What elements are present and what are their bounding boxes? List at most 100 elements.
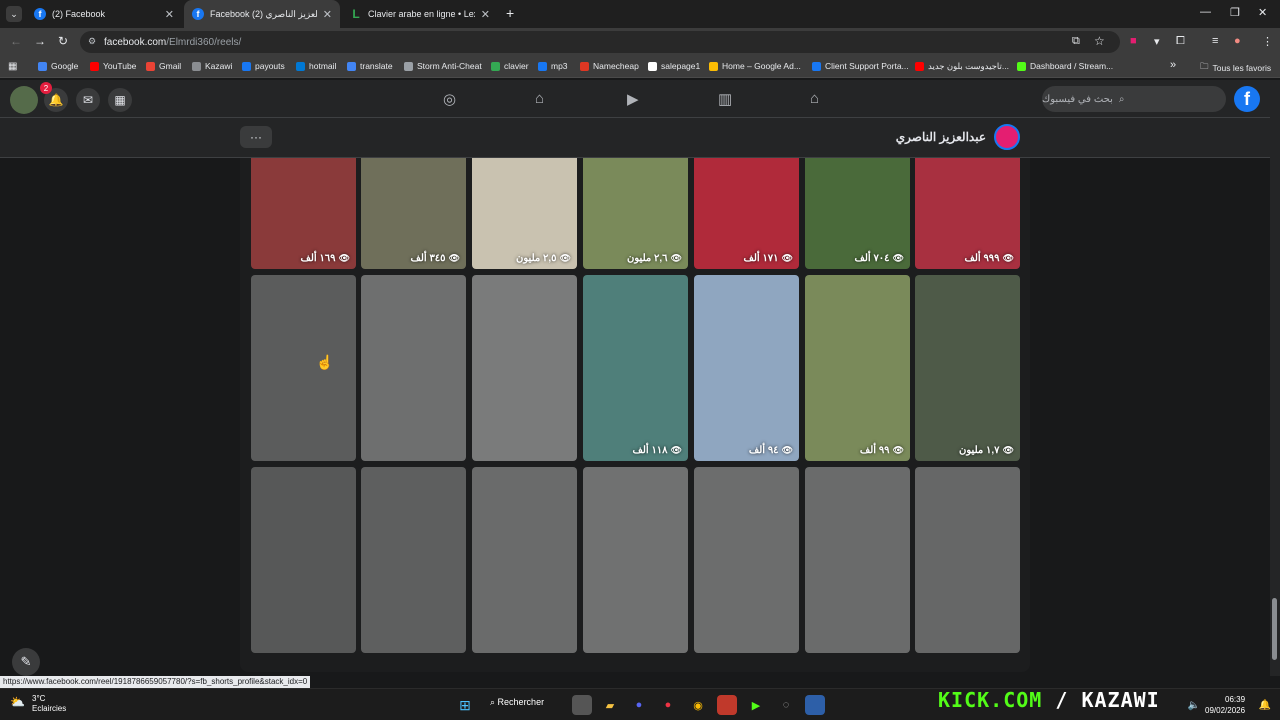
browser-tab-lexilog[interactable]: L Clavier arabe en ligne • Lexilog ✕: [342, 0, 498, 28]
reel-thumbnail[interactable]: [583, 467, 688, 653]
gaming-nav-icon[interactable]: ▥: [718, 90, 732, 108]
messenger-icon[interactable]: ✉: [76, 88, 100, 112]
reel-thumbnail[interactable]: [694, 467, 799, 653]
bookmark-item[interactable]: Dashboard / Stream...: [1017, 61, 1113, 71]
facebook-logo[interactable]: f: [1234, 86, 1260, 112]
reel-thumbnail[interactable]: [472, 467, 577, 653]
restore-icon[interactable]: ❐: [1230, 6, 1240, 19]
reel-thumbnail[interactable]: 👁 ١,٧ مليون: [915, 275, 1020, 461]
app-icon-red-square[interactable]: [717, 695, 737, 715]
bookmark-item[interactable]: Google: [38, 61, 78, 71]
reel-thumbnail[interactable]: 👁 ٣٤٥ ألف: [361, 158, 466, 269]
reel-thumbnail[interactable]: [361, 275, 466, 461]
reel-thumbnail[interactable]: 👁 ١١٨ ألف: [583, 275, 688, 461]
start-icon[interactable]: ⊞: [455, 695, 475, 715]
volume-icon[interactable]: 🔈: [1184, 695, 1204, 715]
all-bookmarks-folder[interactable]: 🗀 Tous les favoris: [1200, 61, 1271, 75]
minimize-icon[interactable]: —: [1200, 6, 1211, 18]
bookmark-item[interactable]: translate: [347, 61, 393, 71]
profile-name[interactable]: عبدالعزيز الناصري: [860, 130, 986, 144]
bookmark-item[interactable]: mp3: [538, 61, 568, 71]
profile-avatar[interactable]: [994, 124, 1020, 150]
bookmark-item[interactable]: payouts: [242, 61, 285, 71]
bookmark-star-icon[interactable]: ☆: [1094, 34, 1105, 48]
video-nav-icon[interactable]: ▶: [627, 90, 639, 108]
apps-grid-icon[interactable]: ▦: [8, 61, 17, 72]
extensions-puzzle-icon[interactable]: ⧠: [1176, 35, 1185, 48]
bookmark-item[interactable]: clavier: [491, 61, 529, 71]
close-tab-icon[interactable]: ✕: [323, 8, 332, 21]
weather-widget[interactable]: ⛅ 3°C Eclaircies: [10, 694, 67, 714]
bookmark-label: Home – Google Ad...: [722, 61, 801, 71]
more-options-button[interactable]: ···: [240, 126, 272, 148]
browser-tab-facebook[interactable]: f (2) Facebook ✕: [26, 0, 182, 28]
reel-thumbnail[interactable]: [251, 467, 356, 653]
reel-thumbnail[interactable]: 👁 ٢,٦ مليون: [583, 158, 688, 269]
new-message-button[interactable]: ✎: [12, 648, 40, 676]
app-icon-blue[interactable]: [805, 695, 825, 715]
reel-thumbnail[interactable]: [805, 467, 910, 653]
chrome-icon[interactable]: ◉: [688, 695, 708, 715]
scrollbar-thumb[interactable]: [1272, 598, 1277, 660]
reel-thumbnail[interactable]: [915, 467, 1020, 653]
bookmark-item[interactable]: Home – Google Ad...: [709, 61, 801, 71]
taskbar-search[interactable]: ⌕ Rechercher: [490, 697, 544, 708]
discord-icon[interactable]: ●: [629, 695, 649, 715]
reel-thumbnail[interactable]: 👁 ٢,٥ مليون: [472, 158, 577, 269]
site-info-icon[interactable]: ⚙: [88, 36, 96, 47]
bookmark-item[interactable]: Gmail: [146, 61, 181, 71]
install-app-icon[interactable]: ⧉: [1072, 35, 1080, 48]
close-window-icon[interactable]: ✕: [1258, 6, 1267, 19]
notifications-icon[interactable]: 🔔: [1255, 695, 1275, 715]
home-nav-icon[interactable]: ⌂: [810, 90, 819, 107]
marketplace-nav-icon[interactable]: ⌂: [535, 90, 544, 107]
reload-icon[interactable]: ↻: [58, 34, 68, 48]
reel-thumbnail[interactable]: [472, 275, 577, 461]
weather-desc: Eclaircies: [32, 704, 67, 713]
tab-search-button[interactable]: ⌄: [6, 6, 22, 22]
menu-icon[interactable]: ⋮: [1262, 35, 1273, 48]
reel-thumbnail[interactable]: 👁 ٩٩ ألف: [805, 275, 910, 461]
bookmark-item[interactable]: تاجيدوست بلون جديد...: [915, 61, 1009, 72]
bookmark-item[interactable]: salepage1: [648, 61, 700, 71]
bookmark-item[interactable]: Client Support Porta...: [812, 61, 909, 71]
close-tab-icon[interactable]: ✕: [165, 8, 174, 21]
new-tab-button[interactable]: +: [506, 5, 514, 21]
reel-thumbnail[interactable]: 👁 ١٦٩ ألف: [251, 158, 356, 269]
menu-grid-icon[interactable]: ▦: [108, 88, 132, 112]
account-avatar[interactable]: [10, 86, 38, 114]
media-icon[interactable]: ≡: [1212, 35, 1218, 47]
reel-thumbnail[interactable]: 👁 ٩٤ ألف: [694, 275, 799, 461]
groups-nav-icon[interactable]: ◎: [443, 90, 456, 108]
bookmark-item[interactable]: YouTube: [90, 61, 136, 71]
bookmark-item[interactable]: Kazawi: [192, 61, 232, 71]
bookmark-item[interactable]: hotmail: [296, 61, 336, 71]
page-scrollbar[interactable]: [1270, 80, 1280, 676]
extension-icon[interactable]: ■: [1130, 35, 1137, 47]
reel-thumbnail[interactable]: 👁 ٧٠٤ ألف: [805, 158, 910, 269]
bookmark-item[interactable]: Namecheap: [580, 61, 639, 71]
facebook-search-input[interactable]: ⌕ بحث في فيسبوك: [1042, 86, 1226, 112]
back-icon[interactable]: ←: [10, 34, 22, 48]
file-explorer-icon[interactable]: ▰: [600, 695, 620, 715]
forward-icon[interactable]: →: [34, 34, 46, 48]
close-tab-icon[interactable]: ✕: [481, 8, 490, 21]
task-view-icon[interactable]: [572, 695, 592, 715]
bookmark-item[interactable]: Storm Anti-Cheat: [404, 61, 482, 71]
bookmarks-overflow-button[interactable]: »: [1170, 59, 1176, 71]
address-bar[interactable]: ⚙ facebook.com/Elmrdi360/reels/ ⧉ ☆: [80, 31, 1120, 53]
system-clock[interactable]: 06:39 09/02/2026: [1205, 694, 1245, 716]
reel-view-count: 👁 ٩٩٩ ألف: [964, 253, 1014, 264]
reel-thumbnail[interactable]: [361, 467, 466, 653]
reel-thumbnail[interactable]: 👁 ٩٩٩ ألف: [915, 158, 1020, 269]
app-icon-red[interactable]: ●: [658, 695, 678, 715]
reel-thumbnail[interactable]: 👁 ١٧١ ألف: [694, 158, 799, 269]
extension-dropdown-icon[interactable]: ▾: [1154, 35, 1160, 48]
eye-icon: 👁: [338, 253, 350, 263]
reel-thumbnail[interactable]: [251, 275, 356, 461]
bookmark-label: payouts: [255, 61, 285, 71]
app-icon-green[interactable]: ▶: [746, 695, 766, 715]
app-icon-circle[interactable]: ◌: [776, 695, 796, 715]
browser-tab-profile[interactable]: f Facebook عبدالعزيز الناصري (2) ✕: [184, 0, 340, 28]
profile-icon[interactable]: ●: [1234, 35, 1241, 47]
